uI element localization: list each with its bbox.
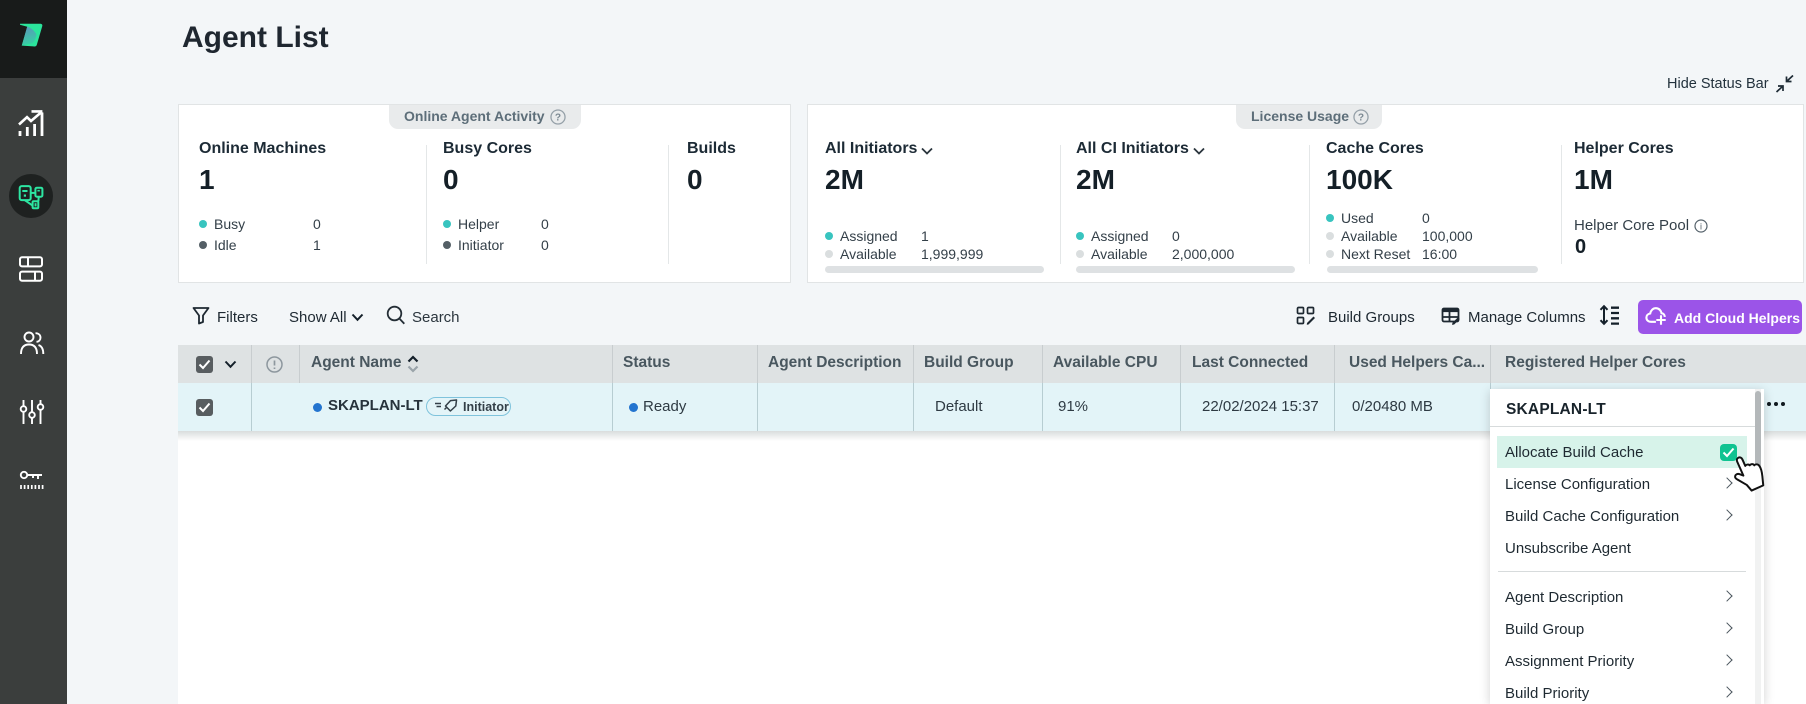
svg-text:?: ? (555, 113, 561, 124)
svg-text:i: i (1700, 221, 1702, 231)
svg-text:?: ? (1358, 113, 1364, 124)
